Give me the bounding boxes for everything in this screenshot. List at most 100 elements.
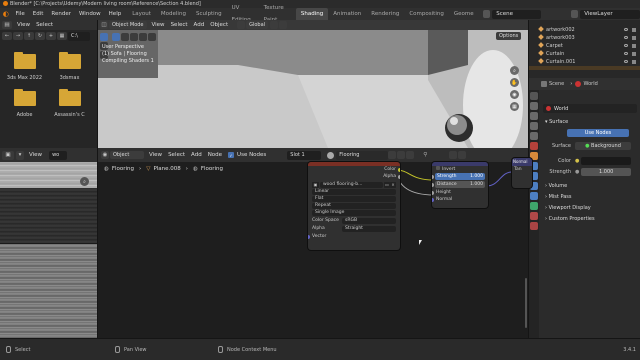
volume-panel-header[interactable]: › Volume [541,182,639,191]
editor-type-icon[interactable]: ▤ [2,21,12,29]
custom-properties-panel-header[interactable]: › Custom Properties [541,215,639,224]
fb-menu-select[interactable]: Select [33,21,56,30]
zoom-icon[interactable]: ⌕ [80,177,89,186]
extension-dropdown[interactable]: Repeat [312,203,396,209]
zoom-icon[interactable]: ⌕ [510,66,519,75]
node-editor-scrollbar[interactable] [525,278,527,328]
output-tab-icon[interactable] [530,112,538,120]
shader-node-editor[interactable]: ◉ Object View Select Add Node ✓ Use Node… [98,148,532,338]
projection-dropdown[interactable]: Flat [312,196,396,202]
mist-pass-panel-header[interactable]: › Mist Pass [541,193,639,202]
unlink-image-icon[interactable]: × [390,181,396,188]
tab-layout[interactable]: Layout [127,8,156,20]
render-camera-icon[interactable] [632,28,636,32]
folder-item[interactable]: 3dsmax [47,52,92,81]
visibility-eye-icon[interactable] [624,36,628,39]
strength-value[interactable]: 1.000 [470,174,483,179]
outliner-row[interactable]: Curtain.001 [529,58,640,66]
menu-edit[interactable]: Edit [29,8,48,20]
alpha-mode-dropdown[interactable]: Straight [342,225,396,232]
menu-window[interactable]: Window [75,8,105,20]
vp-menu-object[interactable]: Object [207,21,231,30]
new-folder-icon[interactable]: + [46,32,56,40]
texture-tab-icon[interactable] [530,222,538,230]
scene-tab-icon[interactable] [530,132,538,140]
colorspace-dropdown[interactable]: sRGB [342,217,396,224]
vp-menu-add[interactable]: Add [191,21,208,30]
tab-modeling[interactable]: Modeling [156,8,191,20]
view-layer-tab-icon[interactable] [530,122,538,130]
viewlayer-icon[interactable] [570,10,579,18]
proportional-edit-icon[interactable] [279,21,288,29]
world-name-field[interactable]: World [554,106,568,112]
vp-menu-view[interactable]: View [149,21,168,30]
outliner-row[interactable]: Curtain [529,50,640,58]
distance-value[interactable]: 1.000 [470,182,483,187]
select-subtract-icon[interactable] [130,33,138,41]
options-dropdown[interactable]: Options [496,32,522,40]
mode-dropdown[interactable]: Object Mode [109,21,147,29]
image-texture-node[interactable]: Color Alpha ▣ wood flooring-b... ▭ × Lin… [308,162,400,250]
strength-input-socket[interactable] [432,174,434,179]
select-intersect-icon[interactable] [148,33,156,41]
snap-icon[interactable] [270,21,279,29]
scene-selector-icon[interactable] [482,10,491,18]
bump-node[interactable]: Invert Strength 1.000 Distance 1.000 Hei… [432,162,488,208]
folder-item[interactable]: Assassin's C [47,89,92,118]
blender-menu-icon[interactable]: ◐ [0,8,12,20]
editor-type-icon[interactable]: ◫ [100,21,108,29]
image-name-field[interactable]: wood flooring-b... [320,181,383,188]
vp-menu-select[interactable]: Select [168,21,191,30]
back-arrow-icon[interactable]: ← [2,32,12,40]
strength-socket-icon[interactable]: ● [575,169,579,175]
visibility-eye-icon[interactable] [624,60,628,63]
pan-hand-icon[interactable]: ✋ [510,78,519,87]
grid-view-icon[interactable]: ▦ [57,32,67,40]
ortho-toggle-icon[interactable]: ▦ [510,102,519,111]
tab-geometry[interactable]: Geome [449,8,479,20]
outliner-row[interactable]: Carpet [529,42,640,50]
render-camera-icon[interactable] [632,44,636,48]
render-tab-icon[interactable] [530,102,538,110]
tab-compositing[interactable]: Compositing [404,8,448,20]
principled-bsdf-node[interactable]: Normal Tan [512,158,532,188]
tab-sculpting[interactable]: Sculpting [191,8,227,20]
tab-animation[interactable]: Animation [328,8,366,20]
forward-arrow-icon[interactable]: → [13,32,23,40]
view-layer-field[interactable]: ViewLayer [580,9,640,19]
render-camera-icon[interactable] [632,52,636,56]
fb-menu-view[interactable]: View [14,21,33,30]
interpolation-dropdown[interactable]: Linear [312,189,396,195]
scene-name-field[interactable]: Scene [492,9,541,19]
color-socket-icon[interactable]: ● [575,158,579,164]
camera-view-icon[interactable]: ◉ [510,90,519,99]
world-tab-icon[interactable] [530,142,538,150]
visibility-eye-icon[interactable] [624,28,628,31]
outliner-row[interactable]: artwork002 [529,26,640,34]
visibility-eye-icon[interactable] [624,44,628,47]
invert-checkbox[interactable] [436,166,440,170]
tool-tab-icon[interactable] [530,92,538,100]
outliner-row[interactable]: artwork003 [529,34,640,42]
folder-item[interactable]: Adobe [2,89,47,118]
image-browse-icon[interactable]: ▣ [312,181,319,188]
color-output-socket[interactable] [398,167,400,172]
constraints-tab-icon[interactable] [530,192,538,200]
path-field[interactable]: C:\ [68,31,90,41]
menu-render[interactable]: Render [47,8,75,20]
color-swatch[interactable] [581,156,631,165]
outliner-row-selected[interactable] [529,66,640,70]
menu-help[interactable]: Help [105,8,126,20]
select-box-tool-icon[interactable] [100,33,108,41]
render-camera-icon[interactable] [632,36,636,40]
mode-dropdown-icon[interactable]: ▾ [16,150,24,160]
viewport-display-panel-header[interactable]: › Viewport Display [541,204,639,213]
image-name-field[interactable]: wo [49,150,68,160]
3d-viewport[interactable]: ◫ Object Mode View Select Add Object Glo… [98,20,528,148]
bsdf-node-header[interactable]: Normal [512,158,532,166]
transform-orientation-icon[interactable] [237,21,246,29]
vector-input-socket[interactable] [308,234,310,239]
refresh-icon[interactable]: ↻ [35,32,45,40]
folder-item[interactable]: 3ds Max 2022 [2,52,47,81]
use-nodes-button[interactable]: Use Nodes [567,129,629,137]
